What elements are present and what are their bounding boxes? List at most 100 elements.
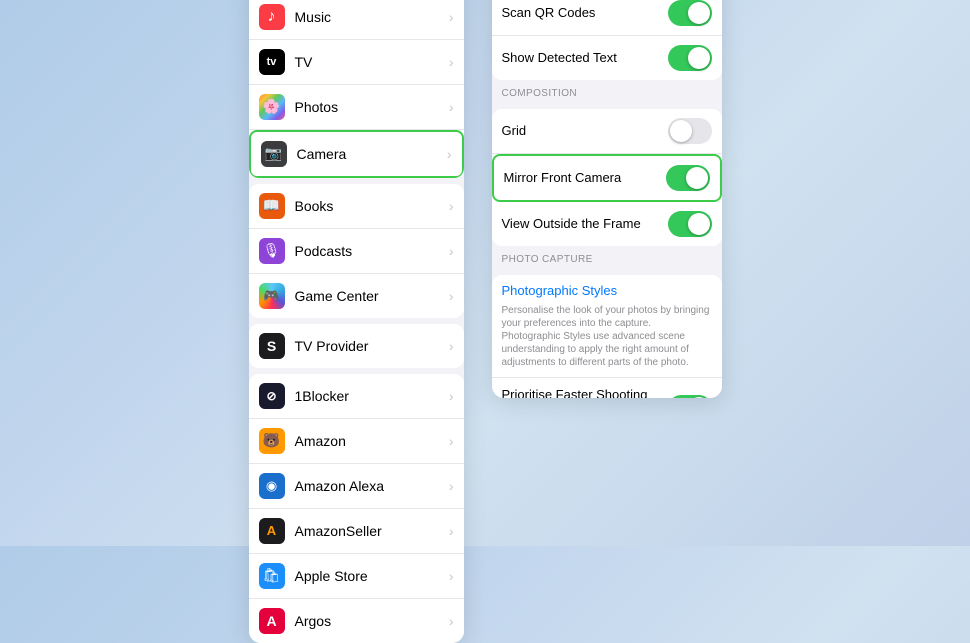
photos-label: Photos <box>295 99 449 115</box>
camera-item-prioritise[interactable]: Prioritise Faster Shooting Intelligently… <box>492 378 722 398</box>
scan-qr-knob <box>688 2 710 24</box>
music-chevron: › <box>449 9 454 25</box>
podcasts-label: Podcasts <box>295 243 449 259</box>
books-chevron: › <box>449 198 454 214</box>
grid-knob <box>670 120 692 142</box>
camera-item-grid[interactable]: Grid <box>492 109 722 154</box>
camera-content: Use Volume Up for Burst Scan QR Codes <box>492 0 722 398</box>
amazonseller-chevron: › <box>449 523 454 539</box>
show-text-label: Show Detected Text <box>502 50 668 65</box>
scan-qr-left: Scan QR Codes <box>502 5 668 20</box>
photo-capture-section-label: PHOTO CAPTURE <box>492 246 722 269</box>
camera-icon: 📷 <box>261 141 287 167</box>
grid-toggle[interactable] <box>668 118 712 144</box>
applestore-label: Apple Store <box>295 568 449 584</box>
view-outside-toggle[interactable] <box>668 211 712 237</box>
books-label: Books <box>295 198 449 214</box>
argos-chevron: › <box>449 613 454 629</box>
settings-group-apps: 📖 Books › 🎙 Podcasts › 🎮 Game Center › <box>249 184 464 318</box>
settings-item-tvprovider[interactable]: S TV Provider › <box>249 324 464 368</box>
amazon-chevron: › <box>449 433 454 449</box>
prioritise-left: Prioritise Faster Shooting Intelligently… <box>502 387 668 398</box>
camera-chevron: › <box>447 146 452 162</box>
settings-panel: Settings ❤️ Health › ♪ Music › tv TV › 🌸… <box>249 0 464 643</box>
settings-item-1blocker[interactable]: ⊘ 1Blocker › <box>249 374 464 419</box>
amazonseller-icon: A <box>259 518 285 544</box>
view-outside-left: View Outside the Frame <box>502 216 668 231</box>
amazonalexa-label: Amazon Alexa <box>295 478 449 494</box>
applestore-chevron: › <box>449 568 454 584</box>
1blocker-icon: ⊘ <box>259 383 285 409</box>
argos-icon: A <box>259 608 285 634</box>
tvprovider-chevron: › <box>449 338 454 354</box>
amazonseller-label: AmazonSeller <box>295 523 449 539</box>
tvprovider-label: TV Provider <box>295 338 449 354</box>
settings-group-thirdparty: ⊘ 1Blocker › 🐻 Amazon › ◉ Amazon Alexa ›… <box>249 374 464 643</box>
photos-icon: 🌸 <box>259 94 285 120</box>
1blocker-label: 1Blocker <box>295 388 449 404</box>
settings-item-podcasts[interactable]: 🎙 Podcasts › <box>249 229 464 274</box>
mirror-front-label: Mirror Front Camera <box>504 170 666 185</box>
grid-label: Grid <box>502 123 668 138</box>
settings-item-photos[interactable]: 🌸 Photos › <box>249 85 464 130</box>
view-outside-knob <box>688 213 710 235</box>
settings-group-provider: S TV Provider › <box>249 324 464 368</box>
1blocker-chevron: › <box>449 388 454 404</box>
photos-chevron: › <box>449 99 454 115</box>
scan-qr-toggle[interactable] <box>668 0 712 26</box>
prioritise-toggle[interactable] <box>668 395 712 398</box>
mirror-front-toggle[interactable] <box>666 165 710 191</box>
show-text-knob <box>688 47 710 69</box>
music-icon: ♪ <box>259 4 285 30</box>
prioritise-knob <box>688 397 710 398</box>
grid-left: Grid <box>502 123 668 138</box>
books-icon: 📖 <box>259 193 285 219</box>
settings-item-amazon[interactable]: 🐻 Amazon › <box>249 419 464 464</box>
camera-label: Camera <box>297 146 447 162</box>
composition-section-label: COMPOSITION <box>492 80 722 103</box>
amazon-icon: 🐻 <box>259 428 285 454</box>
settings-item-tv[interactable]: tv TV › <box>249 40 464 85</box>
photo-styles-desc: Personalise the look of your photos by b… <box>502 300 712 369</box>
camera-item-scan-qr[interactable]: Scan QR Codes <box>492 0 722 36</box>
tvprovider-icon: S <box>259 333 285 359</box>
scan-qr-label: Scan QR Codes <box>502 5 668 20</box>
gamecenter-chevron: › <box>449 288 454 304</box>
settings-item-applestore[interactable]: 🛍 Apple Store › <box>249 554 464 599</box>
camera-item-mirror-front[interactable]: Mirror Front Camera <box>492 154 722 202</box>
music-label: Music <box>295 9 449 25</box>
settings-item-gamecenter[interactable]: 🎮 Game Center › <box>249 274 464 318</box>
mirror-front-knob <box>686 167 708 189</box>
camera-item-show-text[interactable]: Show Detected Text <box>492 36 722 80</box>
photo-styles-link[interactable]: Photographic Styles <box>502 283 618 298</box>
settings-item-amazonalexa[interactable]: ◉ Amazon Alexa › <box>249 464 464 509</box>
tv-label: TV <box>295 54 449 70</box>
camera-section-composition: Grid Mirror Front Camera V <box>492 109 722 246</box>
tv-icon: tv <box>259 49 285 75</box>
camera-section-top: Use Volume Up for Burst Scan QR Codes <box>492 0 722 80</box>
settings-item-amazonseller[interactable]: A AmazonSeller › <box>249 509 464 554</box>
view-outside-label: View Outside the Frame <box>502 216 668 231</box>
settings-item-music[interactable]: ♪ Music › <box>249 0 464 40</box>
applestore-icon: 🛍 <box>259 563 285 589</box>
screens-container: Settings ❤️ Health › ♪ Music › tv TV › 🌸… <box>249 0 722 643</box>
camera-item-view-outside[interactable]: View Outside the Frame <box>492 202 722 246</box>
amazon-label: Amazon <box>295 433 449 449</box>
settings-item-argos[interactable]: A Argos › <box>249 599 464 643</box>
amazonalexa-icon: ◉ <box>259 473 285 499</box>
argos-label: Argos <box>295 613 449 629</box>
amazonalexa-chevron: › <box>449 478 454 494</box>
podcasts-chevron: › <box>449 243 454 259</box>
mirror-front-left: Mirror Front Camera <box>504 170 666 185</box>
camera-panel: ‹ Settings Camera Use Volume Up for Burs… <box>492 0 722 398</box>
camera-item-photo-styles[interactable]: Photographic Styles Personalise the look… <box>492 275 722 378</box>
gamecenter-icon: 🎮 <box>259 283 285 309</box>
show-text-toggle[interactable] <box>668 45 712 71</box>
settings-item-books[interactable]: 📖 Books › <box>249 184 464 229</box>
camera-section-photo: Photographic Styles Personalise the look… <box>492 275 722 398</box>
settings-item-camera[interactable]: 📷 Camera › <box>249 130 464 178</box>
settings-group-main: ❤️ Health › ♪ Music › tv TV › 🌸 Photos ›… <box>249 0 464 178</box>
show-text-left: Show Detected Text <box>502 50 668 65</box>
podcasts-icon: 🎙 <box>259 238 285 264</box>
gamecenter-label: Game Center <box>295 288 449 304</box>
